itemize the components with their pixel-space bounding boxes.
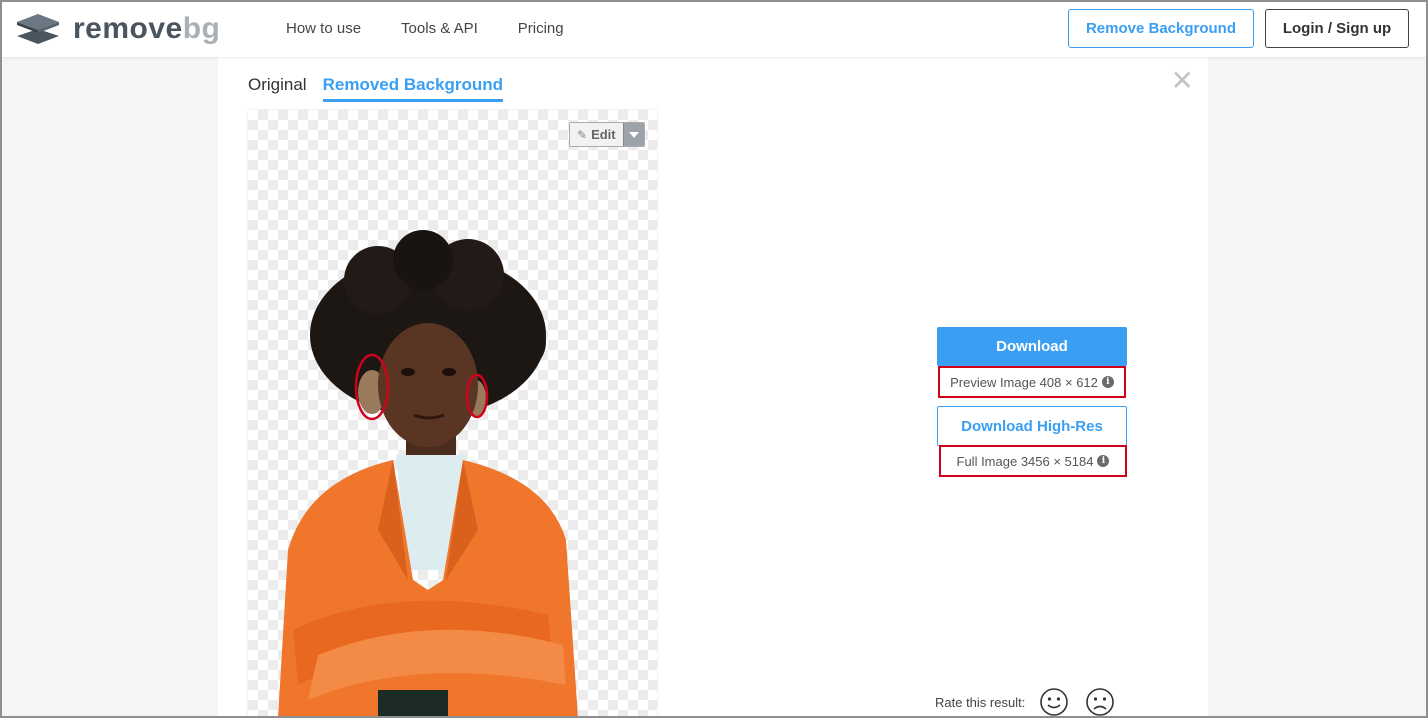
logo-icon xyxy=(17,14,59,44)
edit-label: Edit xyxy=(591,127,616,142)
download-button[interactable]: Download xyxy=(937,327,1127,366)
login-signup-button[interactable]: Login / Sign up xyxy=(1265,9,1409,48)
remove-background-button[interactable]: Remove Background xyxy=(1068,9,1254,48)
rate-result: Rate this result: xyxy=(935,687,1131,717)
download-high-res-button[interactable]: Download High-Res xyxy=(937,406,1127,446)
edit-dropdown-button[interactable] xyxy=(622,123,644,146)
top-header: removebg How to use Tools & API Pricing … xyxy=(0,0,1428,57)
edit-control: ✎ Edit xyxy=(569,122,645,147)
edit-button[interactable]: ✎ Edit xyxy=(570,123,623,146)
info-icon[interactable]: i xyxy=(1097,455,1110,467)
logo[interactable]: removebg xyxy=(17,13,220,45)
close-icon[interactable]: ✕ xyxy=(1171,67,1194,95)
preview-image-text: Preview Image 408 × 612 xyxy=(950,374,1098,390)
main-nav: How to use Tools & API Pricing xyxy=(286,20,604,37)
tab-removed-background[interactable]: Removed Background xyxy=(322,75,504,102)
result-tabs: Original Removed Background xyxy=(248,75,519,102)
cutout-person-image xyxy=(278,230,578,718)
pencil-icon: ✎ xyxy=(577,127,588,142)
tab-original[interactable]: Original xyxy=(248,75,307,102)
frown-icon[interactable] xyxy=(1085,687,1115,717)
nav-tools-api[interactable]: Tools & API xyxy=(401,20,478,37)
info-icon[interactable]: i xyxy=(1101,376,1114,388)
result-image-preview: ✎ Edit xyxy=(248,110,657,718)
preview-image-info: Preview Image 408 × 612 i xyxy=(938,366,1126,398)
full-image-text: Full Image 3456 × 5184 xyxy=(956,453,1094,469)
rate-label: Rate this result: xyxy=(935,694,1026,710)
caret-down-icon xyxy=(628,131,639,138)
result-card: Original Removed Background ✕ ✎ Edit Dow… xyxy=(218,57,1208,718)
full-image-info: Full Image 3456 × 5184 i xyxy=(939,445,1127,477)
smile-icon[interactable] xyxy=(1039,687,1069,717)
nav-pricing[interactable]: Pricing xyxy=(518,20,564,37)
nav-how-to-use[interactable]: How to use xyxy=(286,20,361,37)
logo-text: removebg xyxy=(73,12,221,45)
